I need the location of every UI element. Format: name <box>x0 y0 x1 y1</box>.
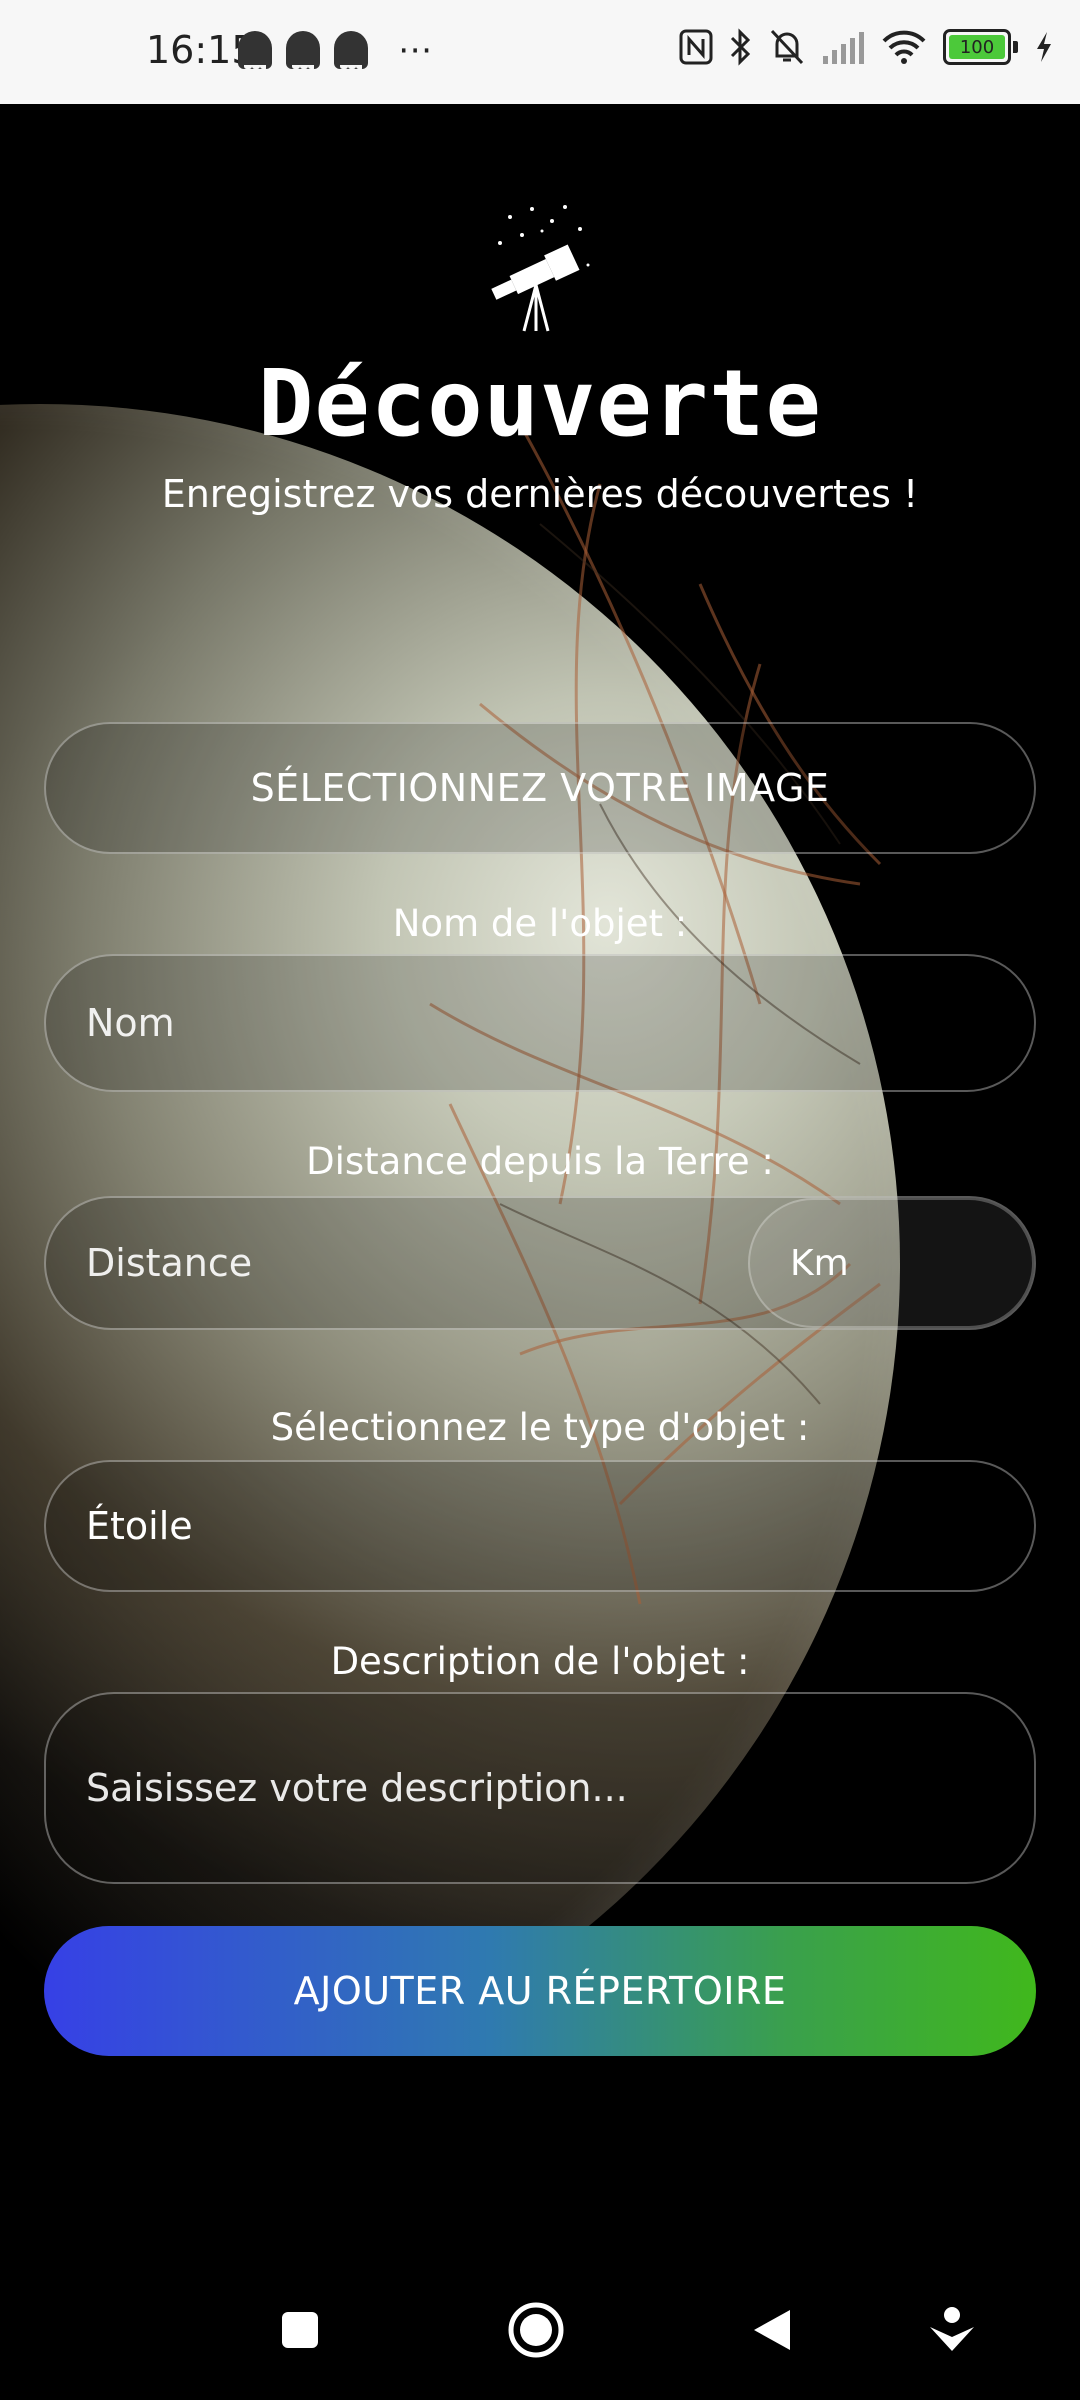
battery-icon: 100 <box>943 29 1011 65</box>
description-label: Description de l'objet : <box>330 1640 750 1683</box>
distance-unit-select[interactable]: Km <box>748 1198 1034 1328</box>
description-placeholder: Saisissez votre description... <box>86 1766 628 1810</box>
snapchat-icon <box>334 31 368 73</box>
home-icon[interactable] <box>496 2290 576 2370</box>
page-title: Découverte <box>258 350 822 457</box>
bluetooth-icon <box>730 28 751 66</box>
object-type-value: Étoile <box>86 1504 193 1548</box>
distance-label: Distance depuis la Terre : <box>306 1140 774 1183</box>
more-icon: ⋯ <box>398 30 434 70</box>
select-image-button[interactable]: SÉLECTIONNEZ VOTRE IMAGE <box>44 722 1036 854</box>
description-textarea[interactable]: Saisissez votre description... <box>44 1692 1036 1884</box>
page-subtitle: Enregistrez vos dernières découvertes ! <box>161 472 919 516</box>
snapchat-icon <box>286 31 320 73</box>
signal-icon <box>823 32 864 64</box>
select-image-label: SÉLECTIONNEZ VOTRE IMAGE <box>250 766 830 810</box>
type-label: Sélectionnez le type d'objet : <box>270 1406 810 1449</box>
distance-placeholder: Distance <box>86 1241 253 1285</box>
system-icons: 100 <box>679 28 1054 66</box>
status-bar: 16:15 ⋯ 100 <box>0 0 1080 104</box>
add-to-directory-button[interactable]: AJOUTER AU RÉPERTOIRE <box>44 1926 1036 2056</box>
notification-icons: ⋯ <box>238 30 434 73</box>
recents-icon[interactable] <box>260 2290 340 2370</box>
navigation-bar <box>0 2270 1080 2400</box>
name-label: Nom de l'objet : <box>392 902 688 945</box>
object-type-select[interactable]: Étoile <box>44 1460 1036 1592</box>
back-icon[interactable] <box>732 2290 812 2370</box>
mute-icon <box>770 29 804 65</box>
telescope-icon <box>491 205 590 332</box>
distance-unit-value: Km <box>790 1242 849 1284</box>
nfc-icon <box>679 29 713 65</box>
assistant-icon[interactable] <box>912 2290 992 2370</box>
snapchat-icon <box>238 31 272 73</box>
add-to-directory-label: AJOUTER AU RÉPERTOIRE <box>293 1969 787 2013</box>
battery-level: 100 <box>959 36 995 58</box>
wifi-icon <box>882 30 926 64</box>
charging-icon <box>1037 32 1051 62</box>
name-input[interactable]: Nom <box>44 954 1036 1092</box>
name-placeholder: Nom <box>86 1001 175 1045</box>
